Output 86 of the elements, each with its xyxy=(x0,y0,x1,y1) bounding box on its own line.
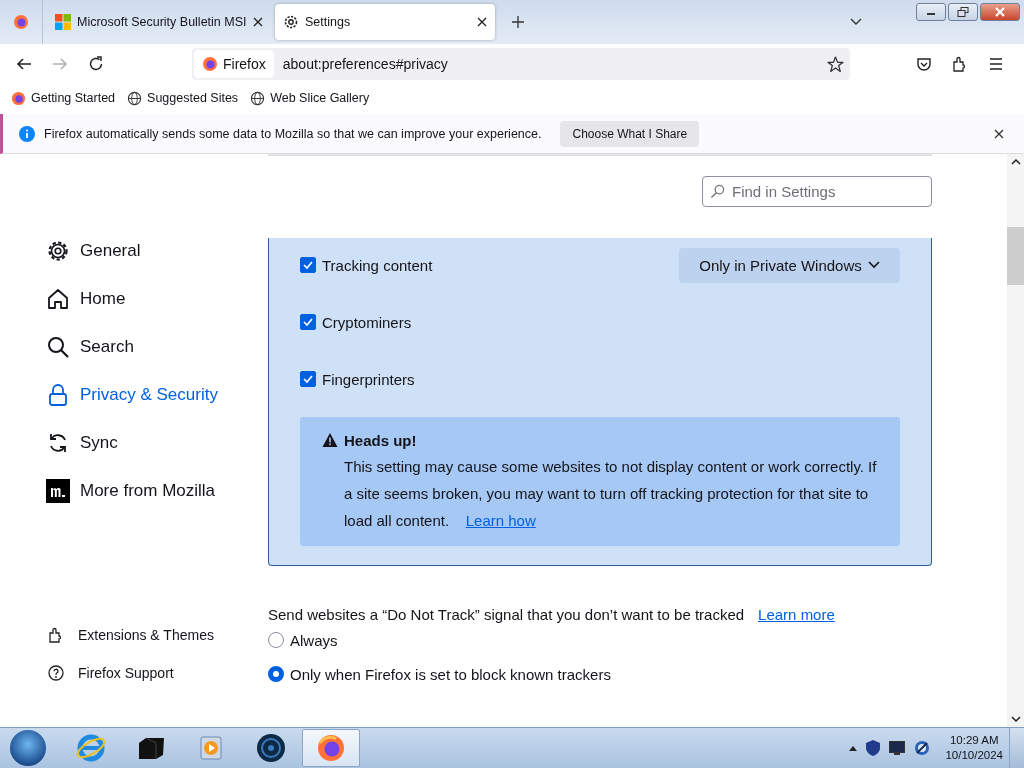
bookmark-item[interactable]: Getting Started xyxy=(11,90,116,106)
checkbox-label: Tracking content xyxy=(322,256,433,274)
windows-logo-icon xyxy=(55,14,71,30)
firefox-icon xyxy=(11,90,26,106)
category-item[interactable]: More from Mozilla xyxy=(46,467,268,515)
start-button[interactable] xyxy=(10,730,46,766)
radio-label: Only when Firefox is set to block known trackers xyxy=(290,665,611,683)
identity-label: Firefox xyxy=(223,56,266,72)
star-icon[interactable] xyxy=(827,55,844,73)
chevron-down-icon[interactable] xyxy=(850,18,862,26)
scroll-down-icon[interactable] xyxy=(1010,716,1021,722)
choose-what-i-share-button[interactable]: Choose What I Share xyxy=(560,120,700,147)
tab-title: Microsoft Security Bulletin MSI xyxy=(77,15,247,29)
show-hidden-icons-icon[interactable] xyxy=(849,745,858,751)
help-icon xyxy=(48,665,64,681)
firefox-icon xyxy=(316,733,346,763)
identity-box[interactable]: Firefox xyxy=(194,50,274,78)
checkbox[interactable] xyxy=(300,371,316,387)
new-tab-icon[interactable] xyxy=(512,16,524,28)
address-bar[interactable]: Firefox about:preferences#privacy xyxy=(192,48,850,80)
close-window-button[interactable] xyxy=(980,3,1020,21)
search-icon xyxy=(46,335,70,359)
footer-link[interactable]: Firefox Support xyxy=(46,654,268,692)
search-icon xyxy=(710,184,725,199)
monitor-icon[interactable] xyxy=(889,741,906,755)
checkbox[interactable] xyxy=(300,257,316,273)
warning-title: Heads up! xyxy=(344,431,417,449)
browser-e-icon xyxy=(76,733,106,763)
puzzle-icon xyxy=(48,627,64,643)
restore-icon xyxy=(957,7,969,17)
scroll-up-icon[interactable] xyxy=(1010,159,1021,165)
tab-title: Settings xyxy=(305,15,352,29)
footer-link[interactable]: Extensions & Themes xyxy=(46,616,268,654)
firefox-icon xyxy=(202,56,218,72)
radio-button[interactable] xyxy=(268,666,284,682)
checkbox[interactable] xyxy=(300,314,316,330)
browser-tab[interactable]: Microsoft Security Bulletin MSI xyxy=(47,4,271,40)
category-item[interactable]: Home xyxy=(46,275,268,323)
scrollbar-thumb[interactable] xyxy=(1007,227,1024,285)
browser-tab[interactable]: Settings xyxy=(275,4,495,40)
globe-icon xyxy=(127,90,143,106)
dark-globe-icon xyxy=(256,733,286,763)
category-item[interactable]: Sync xyxy=(46,419,268,467)
clock[interactable]: 10:29 AM 10/10/2024 xyxy=(945,733,1003,763)
close-icon[interactable] xyxy=(994,128,1004,139)
warning-icon xyxy=(322,432,338,448)
scope-dropdown[interactable]: Only in Private Windows xyxy=(679,247,900,283)
bookmark-item[interactable]: Suggested Sites xyxy=(127,90,239,106)
firefox-icon xyxy=(13,14,29,30)
radio-button[interactable] xyxy=(268,632,284,648)
bookmark-item[interactable]: Web Slice Gallery xyxy=(250,90,370,106)
do-not-track-description: Send websites a “Do Not Track” signal that you don’t want to be tracked xyxy=(268,606,745,623)
home-icon xyxy=(46,287,70,311)
close-icon xyxy=(995,7,1005,17)
close-tab-icon[interactable] xyxy=(477,17,487,27)
gear-icon xyxy=(283,14,299,30)
back-icon[interactable] xyxy=(16,56,32,72)
category-item[interactable]: General xyxy=(46,227,268,275)
scrollbar[interactable] xyxy=(1007,154,1024,727)
clock-time: 10:29 AM xyxy=(949,733,999,748)
gear-icon xyxy=(46,239,70,263)
puzzle-icon[interactable] xyxy=(952,56,968,72)
mozilla-m-icon xyxy=(46,479,70,503)
url-text: about:preferences#privacy xyxy=(282,56,449,72)
network-icon[interactable] xyxy=(914,740,931,756)
chevron-down-icon xyxy=(867,261,880,269)
warning-text: This setting may cause some websites to not display content or work correctly. If a site seems broken, you may want to turn off tracking protection for that site to load all content. Learn how xyxy=(344,457,878,531)
pocket-icon[interactable] xyxy=(916,56,932,72)
checkbox-label: Cryptominers xyxy=(322,313,412,331)
restore-button[interactable] xyxy=(948,3,978,21)
minimize-button[interactable] xyxy=(916,3,946,21)
lock-icon xyxy=(46,383,70,407)
category-item[interactable]: Search xyxy=(46,323,268,371)
checkbox-label: Fingerprinters xyxy=(322,370,415,388)
globe-icon xyxy=(250,90,266,106)
close-tab-icon[interactable] xyxy=(253,17,263,27)
menu-icon[interactable] xyxy=(988,56,1004,72)
radio-label: Always xyxy=(290,631,338,649)
clock-date: 10/10/2024 xyxy=(945,748,1003,763)
info-icon xyxy=(19,125,35,142)
shield-icon[interactable] xyxy=(866,740,881,756)
reload-icon[interactable] xyxy=(88,56,104,72)
learn-more-link[interactable]: Learn more xyxy=(758,606,835,623)
category-item[interactable]: Privacy & Security xyxy=(46,371,268,419)
notification-message: Firefox automatically sends some data to Mozilla so that we can improve your experience. xyxy=(44,126,542,141)
search-field[interactable]: Find in Settings xyxy=(702,176,932,207)
